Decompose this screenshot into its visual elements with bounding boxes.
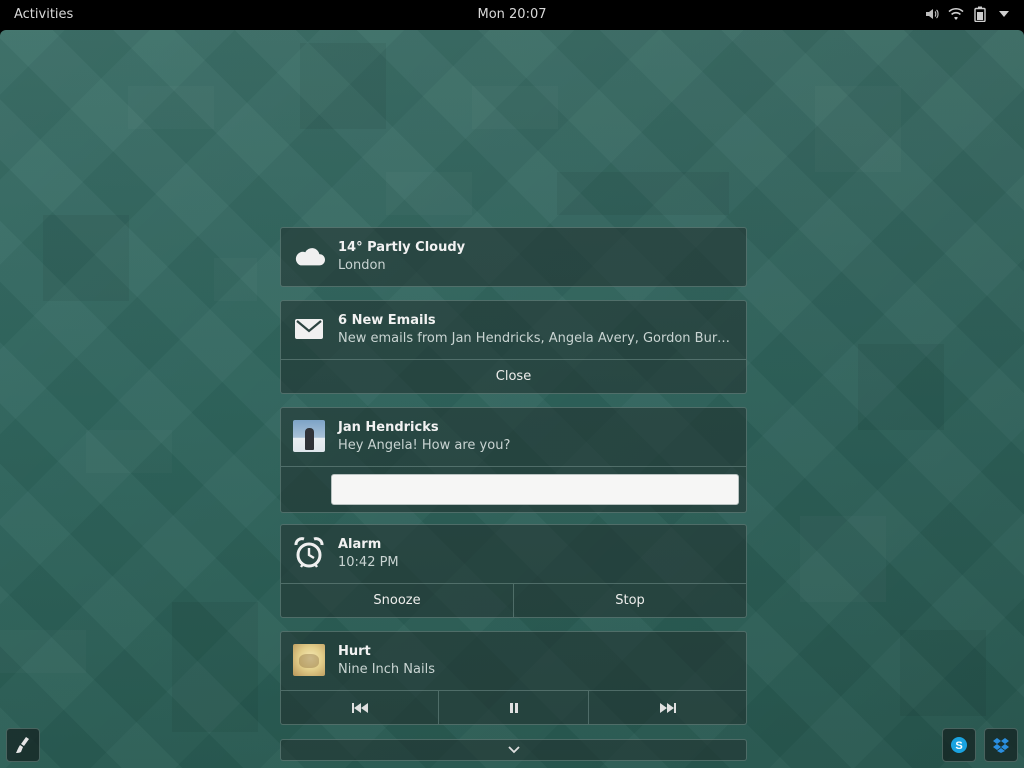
- album-art: [293, 644, 325, 676]
- top-bar: Activities Mon 20:07: [0, 0, 1024, 30]
- cloud-icon: [293, 240, 325, 272]
- alarm-notification-row[interactable]: Alarm 10:42 PM: [281, 525, 746, 583]
- next-track-button[interactable]: [588, 691, 746, 724]
- alarm-title: Alarm: [338, 537, 382, 552]
- email-title: 6 New Emails: [338, 313, 436, 328]
- envelope-icon: [293, 313, 325, 345]
- svg-text:S: S: [955, 740, 962, 752]
- previous-track-icon: [351, 702, 368, 713]
- activities-button[interactable]: Activities: [14, 7, 73, 22]
- track-title: Hurt: [338, 644, 371, 659]
- chat-sender: Jan Hendricks: [338, 420, 439, 435]
- email-notification-row[interactable]: 6 New Emails New emails from Jan Hendric…: [281, 301, 746, 359]
- weather-location: London: [338, 258, 386, 273]
- email-body: New emails from Jan Hendricks, Angela Av…: [338, 331, 738, 346]
- chat-notification[interactable]: Jan Hendricks Hey Angela! How are you?: [280, 407, 747, 513]
- chat-reply-area: [281, 466, 746, 512]
- chat-reply-input[interactable]: [331, 474, 739, 505]
- email-close-button[interactable]: Close: [281, 360, 746, 393]
- previous-track-button[interactable]: [281, 691, 438, 724]
- alarm-stop-button[interactable]: Stop: [513, 584, 746, 617]
- dropdown-arrow-icon[interactable]: [996, 6, 1012, 22]
- wifi-icon[interactable]: [948, 6, 964, 22]
- weather-notification-row[interactable]: 14° Partly Cloudy London: [281, 228, 746, 286]
- music-notification[interactable]: Hurt Nine Inch Nails: [280, 631, 747, 725]
- alarm-time: 10:42 PM: [338, 555, 399, 570]
- clear-notifications-button[interactable]: [6, 728, 40, 762]
- pause-button[interactable]: [438, 691, 588, 724]
- dropbox-icon: [993, 738, 1009, 753]
- avatar: [293, 420, 325, 452]
- email-actions: Close: [281, 359, 746, 393]
- battery-icon[interactable]: [972, 6, 988, 22]
- alarm-notification[interactable]: Alarm 10:42 PM Snooze Stop: [280, 524, 747, 618]
- skype-icon: S: [951, 737, 967, 753]
- music-notification-row[interactable]: Hurt Nine Inch Nails: [281, 632, 746, 690]
- pause-icon: [509, 702, 518, 713]
- email-notification[interactable]: 6 New Emails New emails from Jan Hendric…: [280, 300, 747, 394]
- skype-tray-button[interactable]: S: [942, 728, 976, 762]
- next-track-icon: [659, 702, 676, 713]
- music-controls: [281, 690, 746, 724]
- clock[interactable]: Mon 20:07: [477, 7, 546, 22]
- expand-notifications-button[interactable]: [280, 739, 747, 761]
- volume-icon[interactable]: [924, 6, 940, 22]
- brush-icon: [16, 737, 29, 753]
- alarm-actions: Snooze Stop: [281, 583, 746, 617]
- weather-title: 14° Partly Cloudy: [338, 240, 466, 255]
- dropbox-tray-button[interactable]: [984, 728, 1018, 762]
- chat-notification-row[interactable]: Jan Hendricks Hey Angela! How are you?: [281, 408, 746, 466]
- weather-notification[interactable]: 14° Partly Cloudy London: [280, 227, 747, 287]
- alarm-clock-icon: [293, 537, 325, 569]
- system-tray[interactable]: [924, 6, 1012, 22]
- clock-container: Mon 20:07: [0, 7, 1024, 22]
- track-artist: Nine Inch Nails: [338, 662, 435, 677]
- alarm-snooze-button[interactable]: Snooze: [281, 584, 513, 617]
- chevron-down-icon: [507, 746, 520, 754]
- chat-message: Hey Angela! How are you?: [338, 438, 511, 453]
